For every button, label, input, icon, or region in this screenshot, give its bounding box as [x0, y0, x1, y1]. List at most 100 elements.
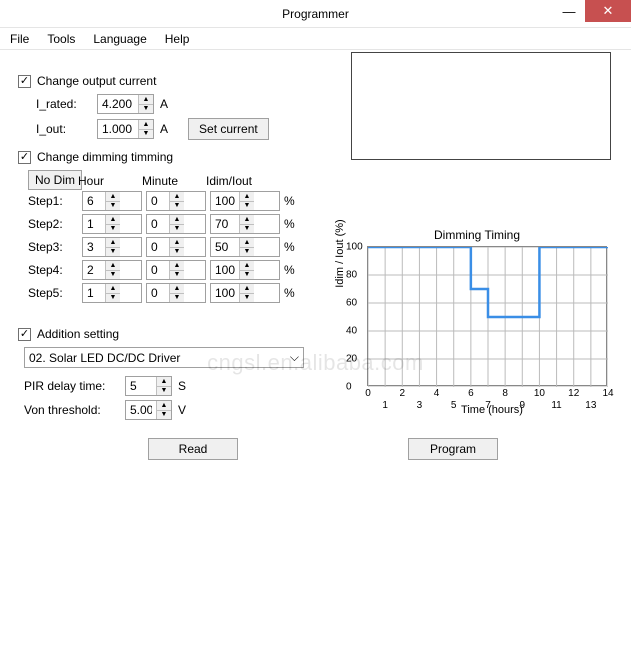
step-minute-input[interactable]: ▲▼	[146, 214, 206, 234]
step-hour-input[interactable]: ▲▼	[82, 260, 142, 280]
spin-down-icon[interactable]: ▼	[170, 225, 184, 234]
spin-up-icon[interactable]: ▲	[170, 238, 184, 248]
spin-up-icon[interactable]: ▲	[240, 261, 254, 271]
spin-up-icon[interactable]: ▲	[139, 95, 153, 105]
spin-up-icon[interactable]: ▲	[240, 238, 254, 248]
spin-up-icon[interactable]: ▲	[240, 192, 254, 202]
no-dim-button[interactable]: No Dim	[28, 170, 82, 190]
spin-down-icon[interactable]: ▼	[240, 248, 254, 257]
col-minute: Minute	[142, 174, 202, 188]
spin-down-icon[interactable]: ▼	[240, 225, 254, 234]
step-minute-input[interactable]: ▲▼	[146, 191, 206, 211]
spin-down-icon[interactable]: ▼	[106, 248, 120, 257]
spin-down-icon[interactable]: ▼	[106, 271, 120, 280]
change-dimming-checkbox[interactable]	[18, 151, 31, 164]
step-pct-input[interactable]: ▲▼	[210, 237, 280, 257]
spin-up-icon[interactable]: ▲	[170, 261, 184, 271]
close-button[interactable]: ✕	[585, 0, 631, 22]
step-pct-input[interactable]: ▲▼	[210, 191, 280, 211]
percent-label: %	[284, 240, 304, 254]
spin-down-icon[interactable]: ▼	[157, 387, 171, 396]
spin-up-icon[interactable]: ▲	[170, 215, 184, 225]
spin-down-icon[interactable]: ▼	[106, 225, 120, 234]
spin-down-icon[interactable]: ▼	[240, 202, 254, 211]
chart-title: Dimming Timing	[337, 228, 617, 242]
spin-down-icon[interactable]: ▼	[157, 411, 171, 420]
step-pct-input[interactable]: ▲▼	[210, 260, 280, 280]
driver-select-value: 02. Solar LED DC/DC Driver	[29, 351, 180, 365]
change-output-checkbox[interactable]	[18, 75, 31, 88]
spin-up-icon[interactable]: ▲	[106, 238, 120, 248]
pir-label: PIR delay time:	[24, 379, 119, 393]
step-hour-input[interactable]: ▲▼	[82, 237, 142, 257]
step-row: Step1:▲▼▲▼▲▼%	[28, 191, 613, 211]
spin-down-icon[interactable]: ▼	[139, 105, 153, 114]
von-input[interactable]: ▲▼	[125, 400, 172, 420]
pir-unit: S	[178, 379, 186, 393]
spin-up-icon[interactable]: ▲	[240, 284, 254, 294]
preview-panel	[351, 52, 611, 160]
menu-file[interactable]: File	[10, 32, 29, 46]
spin-down-icon[interactable]: ▼	[170, 294, 184, 303]
spin-up-icon[interactable]: ▲	[139, 120, 153, 130]
irated-unit: A	[160, 97, 168, 111]
step-hour-input[interactable]: ▲▼	[82, 283, 142, 303]
change-dimming-label: Change dimming timming	[37, 150, 173, 164]
spin-down-icon[interactable]: ▼	[170, 271, 184, 280]
chevron-down-icon: ⌵	[290, 350, 299, 365]
von-label: Von threshold:	[24, 403, 119, 417]
minimize-button[interactable]: —	[553, 0, 585, 22]
menu-help[interactable]: Help	[165, 32, 190, 46]
titlebar: Programmer — ✕	[0, 0, 631, 28]
menubar: File Tools Language Help	[0, 28, 631, 50]
step-minute-input[interactable]: ▲▼	[146, 237, 206, 257]
window-title: Programmer	[282, 7, 349, 21]
spin-up-icon[interactable]: ▲	[170, 192, 184, 202]
step-minute-input[interactable]: ▲▼	[146, 260, 206, 280]
spin-down-icon[interactable]: ▼	[170, 202, 184, 211]
spin-down-icon[interactable]: ▼	[106, 294, 120, 303]
irated-label: I_rated:	[36, 97, 91, 111]
spin-down-icon[interactable]: ▼	[240, 271, 254, 280]
spin-up-icon[interactable]: ▲	[106, 261, 120, 271]
spin-down-icon[interactable]: ▼	[106, 202, 120, 211]
spin-down-icon[interactable]: ▼	[170, 248, 184, 257]
spin-up-icon[interactable]: ▲	[106, 215, 120, 225]
percent-label: %	[284, 263, 304, 277]
percent-label: %	[284, 194, 304, 208]
chart-xlabel: Time (hours)	[367, 404, 617, 416]
spin-up-icon[interactable]: ▲	[157, 377, 171, 387]
col-idim: Idim/Iout	[206, 174, 276, 188]
percent-label: %	[284, 217, 304, 231]
driver-select[interactable]: 02. Solar LED DC/DC Driver ⌵	[24, 347, 304, 368]
set-current-button[interactable]: Set current	[188, 118, 269, 140]
step-pct-input[interactable]: ▲▼	[210, 214, 280, 234]
spin-up-icon[interactable]: ▲	[106, 284, 120, 294]
step-label: Step4:	[28, 263, 78, 277]
step-minute-input[interactable]: ▲▼	[146, 283, 206, 303]
menu-tools[interactable]: Tools	[47, 32, 75, 46]
step-hour-input[interactable]: ▲▼	[82, 214, 142, 234]
spin-up-icon[interactable]: ▲	[170, 284, 184, 294]
spin-up-icon[interactable]: ▲	[106, 192, 120, 202]
read-button[interactable]: Read	[148, 438, 238, 460]
iout-label: I_out:	[36, 122, 91, 136]
spin-up-icon[interactable]: ▲	[157, 401, 171, 411]
step-pct-input[interactable]: ▲▼	[210, 283, 280, 303]
step-label: Step5:	[28, 286, 78, 300]
window-controls: — ✕	[553, 0, 631, 22]
program-button[interactable]: Program	[408, 438, 498, 460]
irated-input[interactable]: ▲▼	[97, 94, 154, 114]
spin-up-icon[interactable]: ▲	[240, 215, 254, 225]
spin-down-icon[interactable]: ▼	[240, 294, 254, 303]
menu-language[interactable]: Language	[93, 32, 146, 46]
addition-checkbox[interactable]	[18, 328, 31, 341]
von-unit: V	[178, 403, 186, 417]
change-output-label: Change output current	[37, 74, 156, 88]
dimming-chart: Dimming Timing Idim / Iout (%) 020406080…	[337, 228, 617, 428]
pir-input[interactable]: ▲▼	[125, 376, 172, 396]
iout-input[interactable]: ▲▼	[97, 119, 154, 139]
addition-label: Addition setting	[37, 327, 119, 341]
step-hour-input[interactable]: ▲▼	[82, 191, 142, 211]
spin-down-icon[interactable]: ▼	[139, 130, 153, 139]
